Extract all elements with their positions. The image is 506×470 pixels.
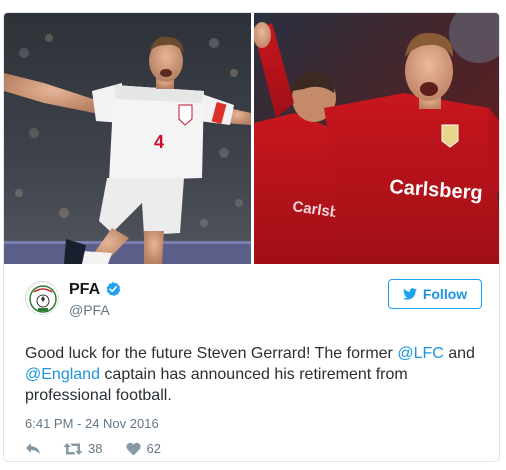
reply-icon: [26, 442, 40, 454]
tweet-text-part2: and: [443, 345, 475, 362]
england-photo-illustration: 4: [4, 13, 251, 264]
mention-england-link[interactable]: @England: [25, 366, 100, 383]
verified-badge-icon: [106, 281, 121, 297]
tweet-media[interactable]: 4 Carlsb Carlsberg: [4, 13, 499, 264]
twitter-bird-icon: [402, 288, 417, 300]
mention-lfc-link[interactable]: @LFC: [397, 345, 443, 362]
profile-handle[interactable]: @PFA: [69, 302, 110, 318]
england-shirt-number: 4: [154, 132, 164, 152]
tweet-timestamp[interactable]: 6:41 PM - 24 Nov 2016: [25, 416, 159, 431]
follow-button[interactable]: Follow: [388, 279, 482, 309]
pfa-logo-icon: [27, 283, 58, 314]
tweet-text: Good luck for the future Steven Gerrard!…: [25, 343, 485, 406]
tweet-text-part1: Good luck for the future Steven Gerrard!…: [25, 345, 398, 362]
like-button[interactable]: 62: [126, 441, 161, 456]
retweet-count: 38: [88, 441, 103, 456]
tweet-header: PFA @PFA Follow: [4, 264, 499, 334]
like-count: 62: [146, 441, 161, 456]
liverpool-photo-illustration: Carlsb Carlsberg: [254, 13, 499, 264]
follow-button-label: Follow: [422, 286, 468, 302]
liverpool-celebration-photo[interactable]: Carlsb Carlsberg: [254, 13, 499, 264]
profile-name[interactable]: PFA: [69, 281, 100, 299]
heart-icon: [126, 442, 142, 455]
pfa-avatar[interactable]: [25, 281, 59, 315]
retweet-icon: [63, 442, 83, 455]
reply-button[interactable]: [25, 442, 41, 456]
retweet-button[interactable]: 38: [63, 441, 102, 456]
tweet-card: 4 Carlsb Carlsberg PFA @PFA Follow Good …: [3, 12, 500, 462]
tweet-actions: 38 62: [25, 441, 161, 456]
england-celebration-photo[interactable]: 4: [4, 13, 251, 264]
